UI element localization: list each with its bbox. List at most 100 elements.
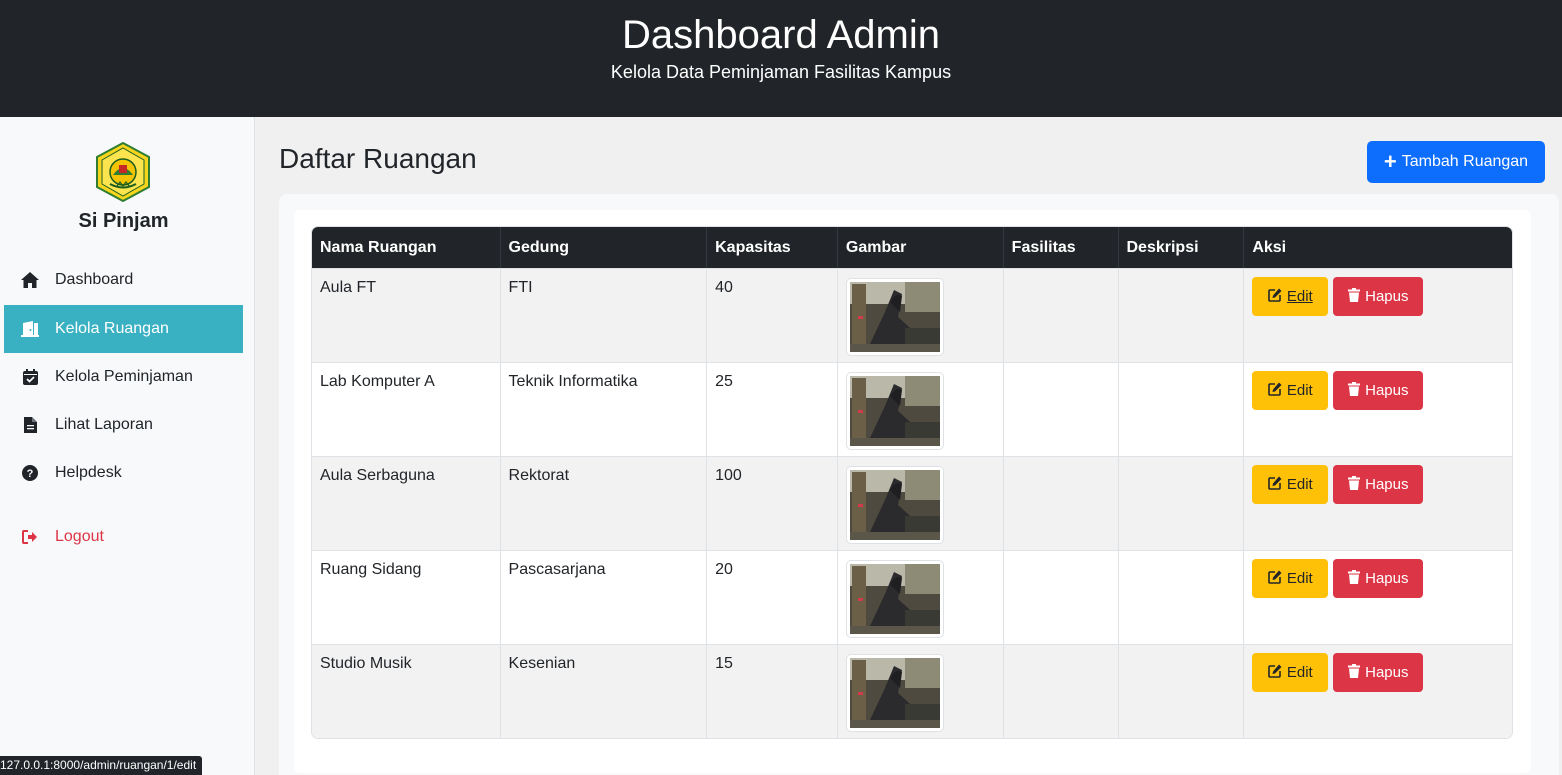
cell-gambar bbox=[837, 362, 1004, 456]
trash-icon bbox=[1348, 381, 1361, 400]
room-image[interactable] bbox=[845, 560, 944, 638]
column-header: Deskripsi bbox=[1118, 227, 1245, 268]
cell-deskripsi bbox=[1118, 362, 1245, 456]
cell-aksi: Edit Hapus bbox=[1244, 362, 1512, 456]
cell-kapasitas: 40 bbox=[707, 268, 838, 362]
column-header: Nama Ruangan bbox=[312, 227, 501, 268]
sidebar: Si Pinjam Dashboard Kelola Ruangan Kelol… bbox=[0, 117, 255, 775]
trash-icon bbox=[1348, 663, 1361, 682]
cell-gambar bbox=[837, 268, 1004, 362]
sidebar-item-dashboard[interactable]: Dashboard bbox=[4, 256, 243, 304]
edit-button[interactable]: Edit bbox=[1252, 559, 1329, 598]
cell-nama: Aula Serbaguna bbox=[312, 456, 501, 550]
cell-kapasitas: 20 bbox=[707, 550, 838, 644]
sidebar-item-logout[interactable]: Logout bbox=[4, 513, 243, 561]
sidebar-item-helpdesk[interactable]: ? Helpdesk bbox=[4, 449, 243, 497]
cell-nama: Studio Musik bbox=[312, 644, 501, 738]
room-image[interactable] bbox=[845, 654, 944, 732]
cell-nama: Aula FT bbox=[312, 268, 501, 362]
edit-button[interactable]: Edit bbox=[1252, 653, 1329, 692]
page-title: Daftar Ruangan bbox=[279, 143, 477, 174]
cell-fasilitas bbox=[1003, 456, 1119, 550]
edit-button[interactable]: Edit bbox=[1252, 371, 1329, 410]
cell-gedung: Kesenian bbox=[500, 644, 708, 738]
cell-kapasitas: 15 bbox=[707, 644, 838, 738]
door-icon bbox=[20, 319, 40, 339]
cell-aksi: Edit Hapus bbox=[1244, 268, 1512, 362]
delete-button[interactable]: Hapus bbox=[1333, 653, 1424, 692]
cell-gedung: FTI bbox=[500, 268, 708, 362]
room-image[interactable] bbox=[845, 278, 944, 356]
sidebar-item-lihat-laporan[interactable]: Lihat Laporan bbox=[4, 401, 243, 449]
edit-icon bbox=[1268, 382, 1282, 400]
rooms-table: Nama Ruangan Gedung Kapasitas Gambar Fas… bbox=[311, 226, 1513, 739]
column-header: Gedung bbox=[500, 227, 708, 268]
top-header: Dashboard Admin Kelola Data Peminjaman F… bbox=[0, 0, 1562, 117]
cell-fasilitas bbox=[1003, 550, 1119, 644]
room-image[interactable] bbox=[845, 372, 944, 450]
question-circle-icon: ? bbox=[20, 463, 40, 483]
cell-gedung: Teknik Informatika bbox=[500, 362, 708, 456]
delete-button[interactable]: Hapus bbox=[1333, 559, 1424, 598]
cell-fasilitas bbox=[1003, 644, 1119, 738]
calendar-check-icon bbox=[20, 367, 40, 387]
cell-nama: Ruang Sidang bbox=[312, 550, 501, 644]
add-room-button[interactable]: + Tambah Ruangan bbox=[1367, 141, 1545, 183]
sidebar-item-label: Kelola Peminjaman bbox=[55, 368, 193, 385]
edit-button[interactable]: Edit bbox=[1252, 277, 1329, 316]
cell-fasilitas bbox=[1003, 362, 1119, 456]
home-icon bbox=[20, 270, 40, 290]
column-header: Fasilitas bbox=[1003, 227, 1119, 268]
edit-icon bbox=[1268, 570, 1282, 588]
cell-nama: Lab Komputer A bbox=[312, 362, 501, 456]
delete-button-label: Hapus bbox=[1365, 476, 1409, 493]
delete-button[interactable]: Hapus bbox=[1333, 277, 1424, 316]
page-header-title: Dashboard Admin bbox=[622, 13, 940, 57]
cell-gambar bbox=[837, 644, 1004, 738]
room-image[interactable] bbox=[845, 466, 944, 544]
sidebar-item-label: Helpdesk bbox=[55, 464, 122, 481]
edit-button-label: Edit bbox=[1286, 476, 1313, 493]
edit-button-label: Edit bbox=[1286, 664, 1313, 681]
cell-aksi: Edit Hapus bbox=[1244, 644, 1512, 738]
trash-icon bbox=[1348, 475, 1361, 494]
cell-deskripsi bbox=[1118, 644, 1245, 738]
delete-button-label: Hapus bbox=[1365, 382, 1409, 399]
sidebar-item-kelola-peminjaman[interactable]: Kelola Peminjaman bbox=[4, 353, 243, 401]
delete-button-label: Hapus bbox=[1365, 570, 1409, 587]
cell-aksi: Edit Hapus bbox=[1244, 456, 1512, 550]
trash-icon bbox=[1348, 287, 1361, 306]
table-header-row: Nama Ruangan Gedung Kapasitas Gambar Fas… bbox=[312, 227, 1512, 268]
cell-fasilitas bbox=[1003, 268, 1119, 362]
edit-icon bbox=[1268, 288, 1282, 306]
plus-icon: + bbox=[1383, 149, 1397, 174]
page-header-subtitle: Kelola Data Peminjaman Fasilitas Kampus bbox=[610, 62, 952, 82]
edit-icon bbox=[1268, 476, 1282, 494]
cell-gedung: Pascasarjana bbox=[500, 550, 708, 644]
status-url: 127.0.0.1:8000/admin/ruangan/1/edit bbox=[0, 756, 203, 775]
cell-kapasitas: 25 bbox=[707, 362, 838, 456]
cell-deskripsi bbox=[1118, 268, 1245, 362]
cell-gambar bbox=[837, 550, 1004, 644]
edit-button-label: Edit bbox=[1286, 570, 1313, 587]
delete-button[interactable]: Hapus bbox=[1333, 371, 1424, 410]
sidebar-item-kelola-ruangan[interactable]: Kelola Ruangan bbox=[4, 305, 243, 353]
cell-deskripsi bbox=[1118, 456, 1245, 550]
sidebar-item-label: Logout bbox=[55, 528, 104, 545]
edit-icon bbox=[1268, 664, 1282, 682]
file-icon bbox=[20, 415, 40, 435]
svg-text:?: ? bbox=[27, 468, 34, 480]
delete-button[interactable]: Hapus bbox=[1333, 465, 1424, 504]
column-header: Gambar bbox=[837, 227, 1004, 268]
column-header: Kapasitas bbox=[707, 227, 838, 268]
table-row: Aula Serbaguna Rektorat 100 Edit Hapus bbox=[312, 456, 1512, 550]
sidebar-item-label: Dashboard bbox=[55, 271, 134, 288]
table-row: Studio Musik Kesenian 15 Edit Hapus bbox=[312, 644, 1512, 738]
edit-button-label: Edit bbox=[1286, 382, 1313, 399]
cell-aksi: Edit Hapus bbox=[1244, 550, 1512, 644]
add-room-button-label: Tambah Ruangan bbox=[1401, 153, 1529, 170]
sidebar-item-label: Lihat Laporan bbox=[55, 416, 153, 433]
edit-button[interactable]: Edit bbox=[1252, 465, 1329, 504]
column-header: Aksi bbox=[1244, 227, 1512, 268]
delete-button-label: Hapus bbox=[1365, 288, 1409, 305]
